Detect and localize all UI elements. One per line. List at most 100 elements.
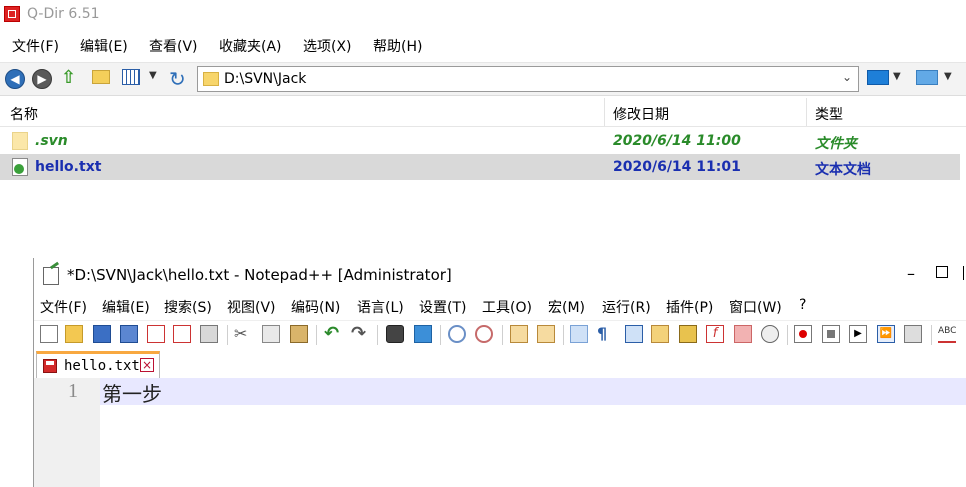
qdir-menu-file[interactable]: 文件(F)	[12, 36, 59, 56]
refresh-icon[interactable]: ↻	[169, 67, 189, 91]
playback-macro-icon[interactable]: ▶	[849, 325, 867, 343]
toolbar-separator	[787, 325, 788, 345]
save-macro-icon[interactable]	[904, 325, 922, 343]
qdir-menu-edit[interactable]: 编辑(E)	[80, 36, 128, 56]
view-mode-icon[interactable]	[122, 69, 140, 85]
tab-label: hello.txt	[64, 358, 140, 374]
chevron-down-icon[interactable]: ⌄	[842, 70, 852, 84]
toolbar-separator	[440, 325, 441, 345]
notepadpp-window: *D:\SVN\Jack\hello.txt - Notepad++ [Admi…	[33, 258, 966, 487]
user-language-icon[interactable]	[651, 325, 669, 343]
layout-dropdown-icon[interactable]: ▼	[944, 71, 964, 91]
cut-icon[interactable]: ✂	[234, 325, 252, 343]
screen-layout-icon[interactable]	[916, 70, 938, 85]
qdir-window-title: Q-Dir 6.51	[27, 6, 100, 22]
monitoring-eye-icon[interactable]	[761, 325, 779, 343]
address-path: D:\SVN\Jack	[224, 71, 307, 87]
qdir-menu-options[interactable]: 选项(X)	[303, 36, 352, 56]
svn-text-file-icon	[12, 158, 28, 176]
stop-recording-icon[interactable]	[822, 325, 840, 343]
monitor-dropdown-icon[interactable]: ▼	[893, 71, 913, 91]
current-line-highlight	[100, 378, 966, 405]
folder-icon	[203, 72, 219, 86]
folder-options-icon[interactable]	[92, 70, 110, 84]
tab-hello-txt[interactable]: hello.txt ×	[36, 351, 160, 378]
npp-menu-plugins[interactable]: 插件(P)	[666, 297, 713, 317]
tab-close-icon[interactable]: ×	[140, 358, 154, 372]
save-icon[interactable]	[93, 325, 111, 343]
npp-menu-search[interactable]: 搜索(S)	[164, 297, 212, 317]
npp-menu-macro[interactable]: 宏(M)	[548, 297, 585, 317]
npp-menu-encoding[interactable]: 编码(N)	[291, 297, 340, 317]
column-divider[interactable]	[604, 98, 605, 126]
back-arrow-icon[interactable]: ◀	[5, 69, 25, 89]
npp-toolbar: ✂ ↶ ↷ ¶ f ▶ ⏩ ABC	[34, 320, 966, 349]
npp-menu-edit[interactable]: 编辑(E)	[102, 297, 150, 317]
folder-icon	[12, 132, 28, 150]
save-all-icon[interactable]	[120, 325, 138, 343]
npp-tab-bar: hello.txt ×	[34, 350, 966, 378]
copy-icon[interactable]	[262, 325, 280, 343]
file-row-svn[interactable]: .svn 2020/6/14 11:00 文件夹	[0, 128, 960, 154]
folder-workspace-icon[interactable]	[734, 325, 752, 343]
toolbar-separator	[931, 325, 932, 345]
word-wrap-icon[interactable]	[570, 325, 588, 343]
file-type: 文本文档	[815, 162, 871, 178]
npp-menu-settings[interactable]: 设置(T)	[419, 297, 466, 317]
zoom-in-icon[interactable]	[448, 325, 466, 343]
view-dropdown-icon[interactable]: ▼	[149, 70, 169, 90]
npp-menu-window[interactable]: 窗口(W)	[729, 297, 782, 317]
toolbar-separator	[316, 325, 317, 345]
npp-window-title: *D:\SVN\Jack\hello.txt - Notepad++ [Admi…	[67, 266, 452, 284]
print-icon[interactable]	[200, 325, 218, 343]
new-file-icon[interactable]	[40, 325, 58, 343]
npp-menu-view[interactable]: 视图(V)	[227, 297, 276, 317]
npp-menu-file[interactable]: 文件(F)	[40, 297, 87, 317]
close-file-icon[interactable]	[147, 325, 165, 343]
undo-icon[interactable]: ↶	[324, 325, 342, 343]
document-map-icon[interactable]	[679, 325, 697, 343]
zoom-out-icon[interactable]	[475, 325, 493, 343]
sync-vertical-icon[interactable]	[510, 325, 528, 343]
maximize-button[interactable]	[936, 266, 948, 278]
file-name: hello.txt	[35, 159, 102, 175]
replace-icon[interactable]	[414, 325, 432, 343]
npp-menu-run[interactable]: 运行(R)	[602, 297, 651, 317]
column-divider[interactable]	[806, 98, 807, 126]
qdir-menu-view[interactable]: 查看(V)	[149, 36, 198, 56]
run-macro-multiple-icon[interactable]: ⏩	[877, 325, 895, 343]
close-all-icon[interactable]	[173, 325, 191, 343]
show-all-characters-icon[interactable]: ¶	[597, 325, 615, 343]
line-number: 1	[68, 380, 78, 402]
record-macro-icon[interactable]	[794, 325, 812, 343]
spell-check-icon[interactable]: ABC	[938, 325, 956, 343]
npp-menu-language[interactable]: 语言(L)	[357, 297, 404, 317]
redo-icon[interactable]: ↷	[351, 325, 369, 343]
column-header-type[interactable]: 类型	[815, 104, 843, 124]
column-header-modified[interactable]: 修改日期	[613, 104, 669, 124]
qdir-menu-favorites[interactable]: 收藏夹(A)	[219, 36, 282, 56]
forward-arrow-icon[interactable]: ▶	[32, 69, 52, 89]
notepadpp-app-icon	[43, 267, 59, 285]
sync-horizontal-icon[interactable]	[537, 325, 555, 343]
qdir-app-icon	[4, 6, 20, 22]
function-list-icon[interactable]: f	[706, 325, 724, 343]
find-icon[interactable]	[386, 325, 404, 343]
editor-text[interactable]: 第一步	[102, 378, 162, 407]
file-modified: 2020/6/14 11:00	[613, 133, 741, 149]
qdir-menu-bar: 文件(F) 编辑(E) 查看(V) 收藏夹(A) 选项(X) 帮助(H)	[0, 32, 966, 58]
minimize-button[interactable]: –	[907, 264, 915, 283]
address-bar[interactable]: D:\SVN\Jack ⌄	[197, 66, 859, 92]
indent-guide-icon[interactable]	[625, 325, 643, 343]
qdir-menu-help[interactable]: 帮助(H)	[373, 36, 422, 56]
monitor-icon[interactable]	[867, 70, 889, 85]
open-file-icon[interactable]	[65, 325, 83, 343]
paste-icon[interactable]	[290, 325, 308, 343]
up-folder-icon[interactable]: ⇧	[61, 67, 81, 88]
npp-menu-tools[interactable]: 工具(O)	[482, 297, 532, 317]
file-modified: 2020/6/14 11:01	[613, 159, 741, 175]
column-header-name[interactable]: 名称	[10, 104, 38, 124]
file-list-header: 名称 修改日期 类型	[0, 98, 966, 127]
npp-menu-help[interactable]: ?	[799, 297, 806, 313]
file-row-hello[interactable]: hello.txt 2020/6/14 11:01 文本文档	[0, 154, 960, 180]
